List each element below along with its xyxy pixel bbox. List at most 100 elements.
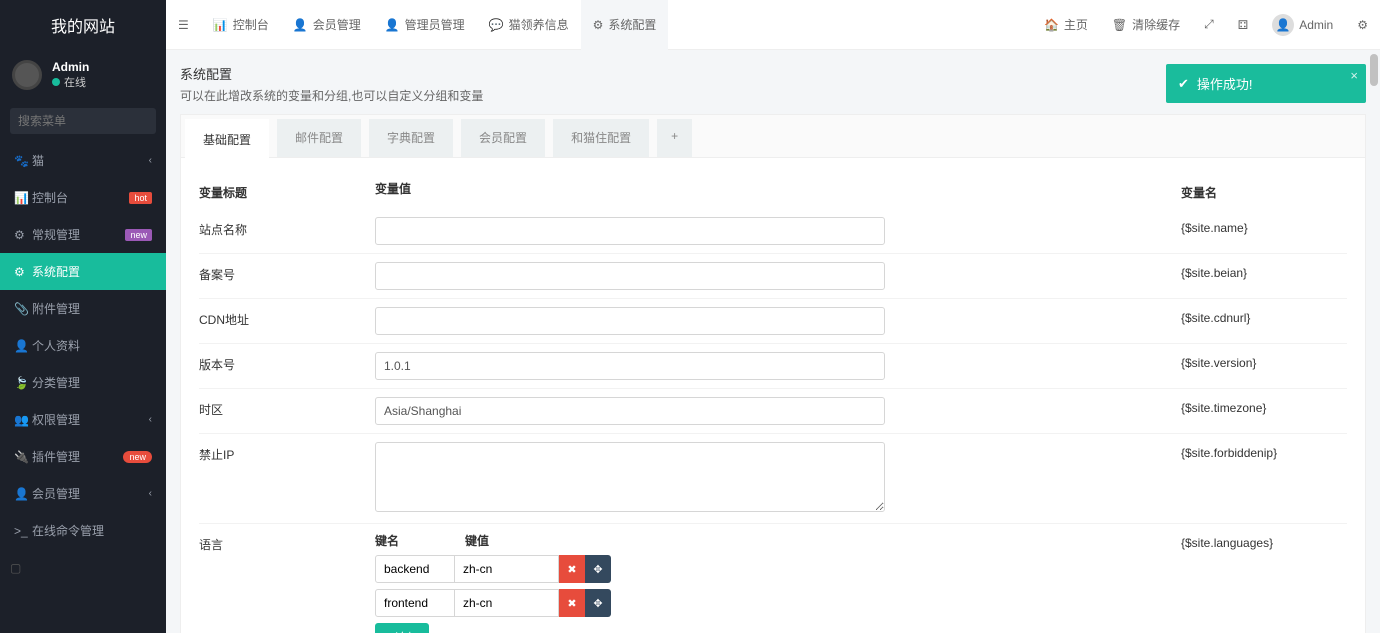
topnav-label: 会员管理 — [313, 16, 361, 33]
topnav-会员管理[interactable]: 👤 会员管理 — [281, 0, 373, 50]
tab-0[interactable]: 基础配置 — [185, 119, 269, 158]
tab-3[interactable]: 会员配置 — [461, 119, 545, 157]
field-label: 站点名称 — [199, 217, 375, 238]
config-input-5[interactable] — [375, 442, 885, 512]
user-name: Admin — [52, 60, 89, 74]
topnav-控制台[interactable]: 📊控制台 — [201, 0, 281, 50]
var-name: {$site.name} — [1161, 217, 1347, 235]
scrollbar-thumb[interactable] — [1370, 54, 1378, 86]
user-status: 在线 — [52, 74, 89, 90]
topnav-icon: 👤 — [385, 18, 400, 32]
topnav-系统配置[interactable]: ⚙系统配置 — [581, 0, 669, 50]
config-input-0[interactable] — [375, 217, 885, 245]
nav-label: 控制台 — [32, 189, 68, 206]
sidebar-item-0[interactable]: 🐾猫‹ — [0, 142, 166, 179]
nav-label: 分类管理 — [32, 374, 80, 391]
sidebar-item-2[interactable]: ⚙常规管理new — [0, 216, 166, 253]
sidebar-item-4[interactable]: 📎附件管理 — [0, 290, 166, 327]
topright-icon: 🏠 — [1044, 18, 1059, 32]
topright-主页[interactable]: 🏠 主页 — [1032, 0, 1100, 50]
sidebar-item-8[interactable]: 🔌插件管理new — [0, 438, 166, 475]
avatar-icon: 👤 — [1272, 14, 1294, 36]
kv-val-input[interactable] — [455, 589, 559, 617]
tab-1[interactable]: 邮件配置 — [277, 119, 361, 157]
config-row-3: 版本号{$site.version} — [199, 343, 1347, 388]
add-tab-button[interactable]: + — [657, 119, 692, 157]
kv-key-input[interactable] — [375, 555, 455, 583]
config-input-2[interactable] — [375, 307, 885, 335]
sidebar-item-10[interactable]: >_在线命令管理 — [0, 512, 166, 549]
topnav-icon: 👤 — [293, 18, 308, 32]
kv-key-header: 键名 — [375, 532, 455, 549]
close-icon[interactable]: × — [1350, 68, 1358, 83]
topright-btn-3[interactable]: ⚃ — [1226, 0, 1260, 50]
nav-label: 猫 — [32, 152, 44, 169]
drag-handle-icon[interactable]: ✥ — [585, 555, 611, 583]
nav-label: 附件管理 — [32, 300, 80, 317]
topnav-管理员管理[interactable]: 👤管理员管理 — [373, 0, 477, 50]
tab-4[interactable]: 和猫住配置 — [553, 119, 649, 157]
avatar[interactable] — [12, 60, 42, 90]
topright-icon: ⚃ — [1238, 18, 1248, 32]
nav-label: 系统配置 — [32, 263, 80, 280]
topnav-猫领养信息[interactable]: 💬猫领养信息 — [477, 0, 581, 50]
nav-badge: new — [125, 229, 152, 241]
nav-icon: 🐾 — [14, 154, 32, 168]
var-name: {$site.beian} — [1161, 262, 1347, 280]
topnav-toggle[interactable]: ☰ — [166, 0, 201, 50]
field-label: 禁止IP — [199, 442, 375, 463]
kv-val-input[interactable] — [455, 555, 559, 583]
config-input-4[interactable] — [375, 397, 885, 425]
sidebar-item-3[interactable]: ⚙系统配置 — [0, 253, 166, 290]
nav-icon: 📎 — [14, 302, 32, 316]
topright-btn-5[interactable]: ⚙ — [1345, 0, 1380, 50]
kv-val-header: 键值 — [465, 532, 489, 549]
config-row-5: 禁止IP{$site.forbiddenip} — [199, 433, 1347, 523]
page-title: 系统配置 — [180, 64, 1154, 83]
field-label: CDN地址 — [199, 307, 375, 328]
success-toast: ✔ 操作成功! × — [1166, 64, 1366, 103]
drag-handle-icon[interactable]: ✥ — [585, 589, 611, 617]
topright-清除缓存[interactable]: 🗑 清除缓存 — [1100, 0, 1192, 50]
sidebar-item-1[interactable]: 📊控制台hot — [0, 179, 166, 216]
scrollbar-track — [1370, 50, 1378, 633]
topright-btn-2[interactable]: ⤢ — [1192, 0, 1226, 50]
nav-icon: >_ — [14, 524, 32, 538]
topright-icon: 🗑 — [1112, 18, 1127, 32]
sidebar-item-6[interactable]: 🍃分类管理 — [0, 364, 166, 401]
sidebar-item-9[interactable]: 👤会员管理‹ — [0, 475, 166, 512]
topright-label: 清除缓存 — [1132, 16, 1180, 33]
config-input-3[interactable] — [375, 352, 885, 380]
config-row-2: CDN地址{$site.cdnurl} — [199, 298, 1347, 343]
topright-label: 主页 — [1064, 16, 1088, 33]
nav-badge: new — [123, 451, 152, 463]
brand-title: 我的网站 — [0, 0, 166, 50]
nav-icon: 🔌 — [14, 450, 32, 464]
row-languages: 语言 键名 键值 ✖✥✖✥ +追加 {$site.languages} — [199, 523, 1347, 633]
tabs: 基础配置邮件配置字典配置会员配置和猫住配置+ — [181, 115, 1365, 158]
nav-badge: hot — [129, 192, 152, 204]
nav-icon: 👥 — [14, 413, 32, 427]
topnav-icon: ⚙ — [593, 18, 604, 32]
var-name: {$site.timezone} — [1161, 397, 1347, 415]
kv-key-input[interactable] — [375, 589, 455, 617]
topright-icon: ⚙ — [1357, 18, 1368, 32]
topright-Admin[interactable]: 👤Admin — [1260, 0, 1345, 50]
status-dot-icon — [52, 78, 60, 86]
toast-message: 操作成功! — [1197, 74, 1253, 93]
delete-kv-button[interactable]: ✖ — [559, 555, 585, 583]
search-input[interactable] — [10, 108, 156, 134]
delete-kv-button[interactable]: ✖ — [559, 589, 585, 617]
nav-label: 权限管理 — [32, 411, 80, 428]
config-input-1[interactable] — [375, 262, 885, 290]
tab-2[interactable]: 字典配置 — [369, 119, 453, 157]
kv-row-0: ✖✥ — [375, 555, 1161, 583]
nav-icon: 👤 — [14, 339, 32, 353]
sidebar-item-5[interactable]: 👤个人资料 — [0, 327, 166, 364]
sidebar-item-7[interactable]: 👥权限管理 ‹ — [0, 401, 166, 438]
field-label: 语言 — [199, 532, 375, 553]
chevron-left-icon: ‹ — [149, 414, 152, 425]
add-kv-button[interactable]: +追加 — [375, 623, 429, 633]
header-name: 变量名 — [1161, 180, 1347, 201]
header-value: 变量值 — [375, 180, 1161, 197]
